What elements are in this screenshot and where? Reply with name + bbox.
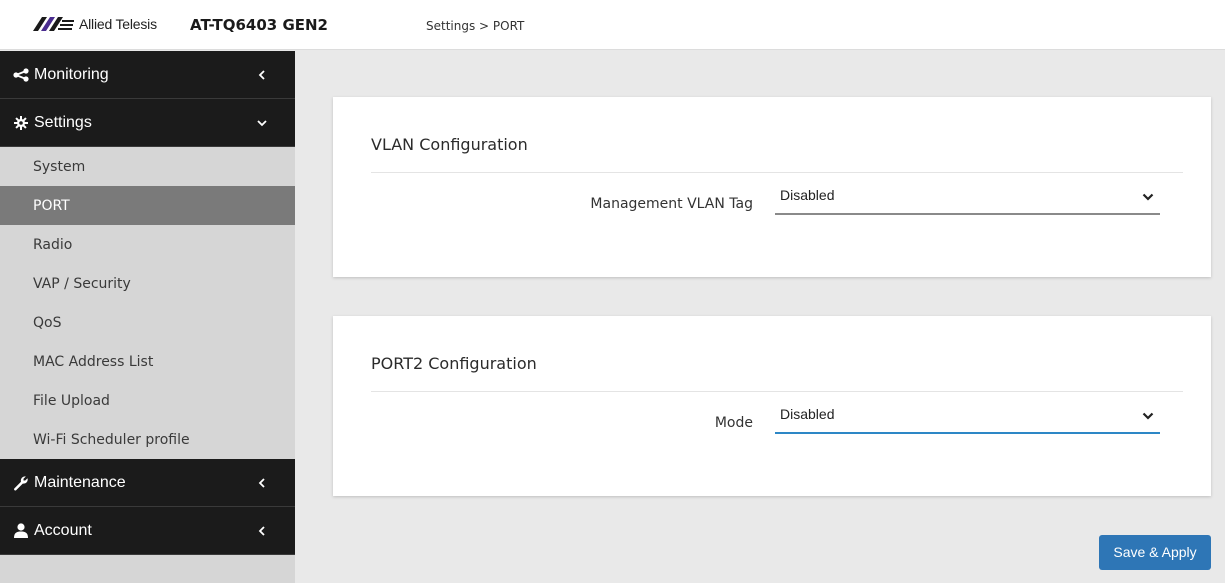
share-icon [12, 67, 30, 83]
sidebar-item-label: Monitoring [34, 65, 109, 83]
save-and-apply-button[interactable]: Save & Apply [1099, 535, 1211, 570]
card-title: PORT2 Configuration [371, 354, 537, 373]
user-icon [12, 523, 30, 539]
chevron-left-icon [257, 477, 267, 488]
select-value: Disabled [780, 406, 835, 422]
sidebar-item-label: Account [34, 521, 92, 539]
sidebar: Monitoring Settings System PORT Radio VA… [0, 51, 295, 583]
divider [371, 391, 1183, 392]
sidebar-item-maintenance[interactable]: Maintenance [0, 459, 295, 507]
management-vlan-tag-select[interactable]: Disabled [775, 185, 1160, 215]
sidebar-item-account[interactable]: Account [0, 507, 295, 555]
sidebar-item-settings[interactable]: Settings [0, 99, 295, 147]
select-value: Disabled [780, 187, 835, 203]
divider [371, 172, 1183, 173]
sidebar-item-file-upload[interactable]: File Upload [0, 381, 295, 420]
chevron-left-icon [257, 525, 267, 536]
mode-label: Mode [714, 415, 753, 431]
chevron-down-icon [1142, 193, 1154, 201]
gear-icon [12, 115, 30, 131]
sidebar-item-wifi-scheduler-profile[interactable]: Wi-Fi Scheduler profile [0, 420, 295, 459]
vlan-configuration-card: VLAN Configuration Management VLAN Tag D… [333, 97, 1211, 277]
chevron-down-icon [1142, 412, 1154, 420]
top-header: Allied Telesis AT-TQ6403 GEN2 Settings >… [0, 0, 1225, 50]
sidebar-item-mac-address-list[interactable]: MAC Address List [0, 342, 295, 381]
breadcrumb: Settings > PORT [426, 19, 525, 33]
mode-select[interactable]: Disabled [775, 404, 1160, 434]
management-vlan-tag-label: Management VLAN Tag [590, 196, 753, 212]
sidebar-item-radio[interactable]: Radio [0, 225, 295, 264]
device-model: AT-TQ6403 GEN2 [190, 16, 328, 34]
sidebar-item-port[interactable]: PORT [0, 186, 295, 225]
sidebar-item-qos[interactable]: QoS [0, 303, 295, 342]
sidebar-item-monitoring[interactable]: Monitoring [0, 51, 295, 99]
logo-mark-icon [33, 17, 74, 31]
sidebar-item-system[interactable]: System [0, 147, 295, 186]
card-title: VLAN Configuration [371, 135, 528, 154]
allied-telesis-logo: Allied Telesis [33, 14, 157, 34]
sidebar-item-label: Maintenance [34, 473, 126, 491]
port2-configuration-card: PORT2 Configuration Mode Disabled [333, 316, 1211, 496]
wrench-icon [12, 475, 30, 491]
chevron-down-icon [257, 118, 267, 128]
sidebar-item-label: Settings [34, 113, 92, 131]
sidebar-item-vap-security[interactable]: VAP / Security [0, 264, 295, 303]
chevron-left-icon [257, 69, 267, 80]
brand-name: Allied Telesis [79, 16, 157, 32]
